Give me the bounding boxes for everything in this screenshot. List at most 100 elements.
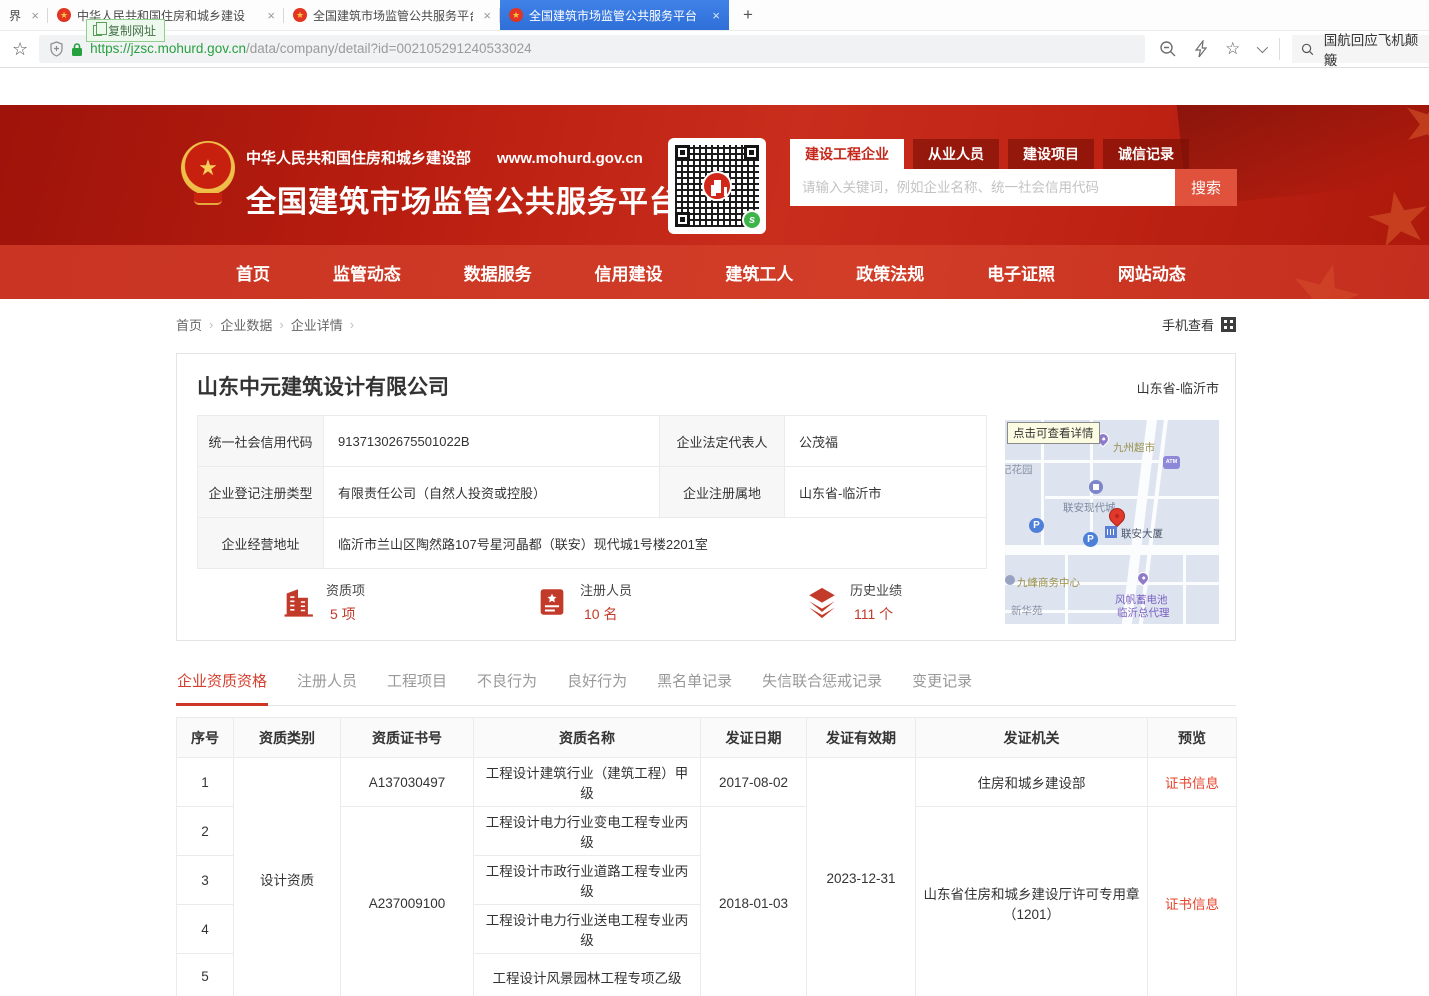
tab-change-records[interactable]: 变更记录 [911,661,973,705]
map-label-battery-2: 临沂总代理 [1117,605,1170,620]
certificate-info-link[interactable]: 证书信息 [1148,758,1237,807]
flag-star-decor [1283,256,1367,299]
nav-item-data-service[interactable]: 数据服务 [464,260,532,285]
breadcrumb-home[interactable]: 首页 [176,315,202,334]
site-header: 中华人民共和国住房和城乡建设部 www.mohurd.gov.cn 全国建筑市场… [0,105,1429,245]
parking-icon [1029,518,1044,533]
detail-tabs: 企业资质资格 注册人员 工程项目 不良行为 良好行为 黑名单记录 失信联合惩戒记… [176,661,1236,706]
company-name: 山东中元建筑设计有限公司 [197,371,449,401]
ministry-site-url: www.mohurd.gov.cn [497,150,643,167]
tab-blacklist[interactable]: 黑名单记录 [656,661,733,705]
favorites-star-icon[interactable] [1225,39,1240,59]
browser-tab-partial[interactable]: 界 [0,0,48,30]
table-row: 统一社会信用代码 91371302675501022B 企业法定代表人 公茂福 [198,416,987,467]
map-tooltip: 点击可查看详情 [1007,422,1100,444]
poi-dot-icon [1005,575,1015,585]
search-tab-enterprise[interactable]: 建设工程企业 [790,139,904,169]
map-label-jiufeng: 九峰商务中心 [1017,575,1080,590]
national-emblem-ribbon [194,193,222,205]
table-row: 企业登记注册类型 有限责任公司（自然人投资或控股） 企业注册属地 山东省-临沂市 [198,467,987,518]
tab-good-behavior[interactable]: 良好行为 [566,661,628,705]
tab-projects[interactable]: 工程项目 [386,661,448,705]
platform-title: 全国建筑市场监管公共服务平台 [246,177,680,221]
tab-registered-personnel[interactable]: 注册人员 [296,661,358,705]
location-map[interactable]: 点击可查看详情 九州超市 记花园 联安现代城 联安大厦 九峰商务中心 新华苑 风… [1005,420,1219,624]
certificate-info-link[interactable]: 证书信息 [1148,807,1237,996]
map-label-garden: 记花园 [1005,462,1033,477]
mobile-qr-icon[interactable] [1221,317,1236,332]
company-card: 山东中元建筑设计有限公司 山东省-临沂市 统一社会信用代码 9137130267… [176,353,1236,641]
nav-item-home[interactable]: 首页 [236,260,270,285]
browser-tab-active[interactable]: 全国建筑市场监管公共服务平台 [500,0,729,30]
tab-dishonesty[interactable]: 失信联合惩戒记录 [761,661,883,705]
qr-miniprogram-icon [742,210,762,230]
certificate-book-icon [535,585,569,619]
tab-bad-behavior[interactable]: 不良行为 [476,661,538,705]
qr-pattern [675,145,759,227]
lightning-icon[interactable] [1194,40,1208,58]
company-region: 山东省-临沂市 [1137,378,1219,397]
building-icon [1105,526,1117,538]
chevron-down-icon[interactable] [1257,42,1268,53]
map-label-supermarket: 九州超市 [1113,440,1155,455]
issuing-authority: 住房和城乡建设部 [916,758,1148,807]
map-label-lianan-tower: 联安大厦 [1121,526,1163,541]
zoom-out-icon[interactable] [1159,40,1177,58]
mobile-view-label[interactable]: 手机查看 [1162,315,1214,334]
page-top-gap [0,68,1429,105]
emblem-favicon-icon [57,8,71,22]
table-row: 1 设计资质 A137030497 工程设计建筑行业（建筑工程）甲级 2017-… [177,758,1237,807]
lock-icon [71,42,83,57]
cert-number: A137030497 [341,758,474,807]
qualification-table: 序号 资质类别 资质证书号 资质名称 发证日期 发证有效期 发证机关 预览 1 … [176,717,1237,996]
tab-qualifications[interactable]: 企业资质资格 [176,661,268,706]
issue-date: 2017-08-02 [701,758,807,807]
qualification-name: 工程设计风景园林工程专项乙级 [474,954,701,996]
search-button[interactable]: 搜索 [1175,169,1237,206]
close-icon[interactable] [263,8,275,23]
close-icon[interactable] [708,8,720,23]
browser-quick-search[interactable]: 国航回应飞机颠簸 [1292,35,1429,63]
search-tab-credit[interactable]: 诚信记录 [1103,139,1189,169]
company-info-table: 统一社会信用代码 91371302675501022B 企业法定代表人 公茂福 … [197,415,987,569]
parking-icon [1083,532,1098,547]
breadcrumb-enterprise-data[interactable]: 企业数据 [220,315,272,334]
toolbar-divider [1279,38,1280,60]
breadcrumb-detail[interactable]: 企业详情 [291,315,343,334]
reg-type-value: 有限责任公司（自然人投资或控股） [324,467,660,518]
flag-star-decor [1363,186,1429,245]
table-header-row: 序号 资质类别 资质证书号 资质名称 发证日期 发证有效期 发证机关 预览 [177,718,1237,758]
main-navigation: 首页 监管动态 数据服务 信用建设 建筑工人 政策法规 电子证照 网站动态 [0,245,1429,299]
qr-center-logo-icon [702,171,732,201]
address-bar[interactable]: https://jzsc.mohurd.gov.cn/data/company/… [39,35,1145,63]
nav-item-e-license[interactable]: 电子证照 [987,260,1055,285]
search-tab-personnel[interactable]: 从业人员 [913,139,999,169]
legal-rep-value: 公茂福 [785,416,987,467]
header-qr-code [668,138,766,234]
nav-item-policy[interactable]: 政策法规 [856,260,924,285]
search-tab-project[interactable]: 建设项目 [1008,139,1094,169]
building-badge-icon [1089,480,1103,494]
shield-icon[interactable] [49,41,64,57]
map-label-lianan-city: 联安现代城 [1063,500,1116,515]
browser-toolbar: https://jzsc.mohurd.gov.cn/data/company/… [0,31,1429,68]
reg-region-value: 山东省-临沂市 [785,467,987,518]
building-icon [281,585,315,619]
issue-date: 2018-01-03 [701,807,807,996]
qualification-name: 工程设计电力行业变电工程专业丙级 [474,807,701,856]
keyword-search-input[interactable] [790,169,1175,206]
new-tab-button[interactable] [743,5,753,25]
close-icon[interactable] [27,8,39,23]
browser-tab-2[interactable]: 全国建筑市场监管公共服务平台 [284,0,500,30]
close-icon[interactable] [479,8,491,23]
bookmark-star-icon[interactable] [12,39,28,60]
browser-tab-1[interactable]: 中华人民共和国住房和城乡建设 [48,0,284,30]
url-text: https://jzsc.mohurd.gov.cn/data/company/… [90,40,531,58]
nav-item-supervision[interactable]: 监管动态 [333,260,401,285]
browser-tab-strip: 界 中华人民共和国住房和城乡建设 全国建筑市场监管公共服务平台 全国建筑市场监管… [0,0,1429,31]
site-brand: 中华人民共和国住房和城乡建设部 www.mohurd.gov.cn 全国建筑市场… [246,147,680,221]
nav-item-site-news[interactable]: 网站动态 [1118,260,1186,285]
nav-item-credit[interactable]: 信用建设 [595,260,663,285]
nav-item-workers[interactable]: 建筑工人 [725,260,793,285]
search-icon [1301,42,1314,57]
